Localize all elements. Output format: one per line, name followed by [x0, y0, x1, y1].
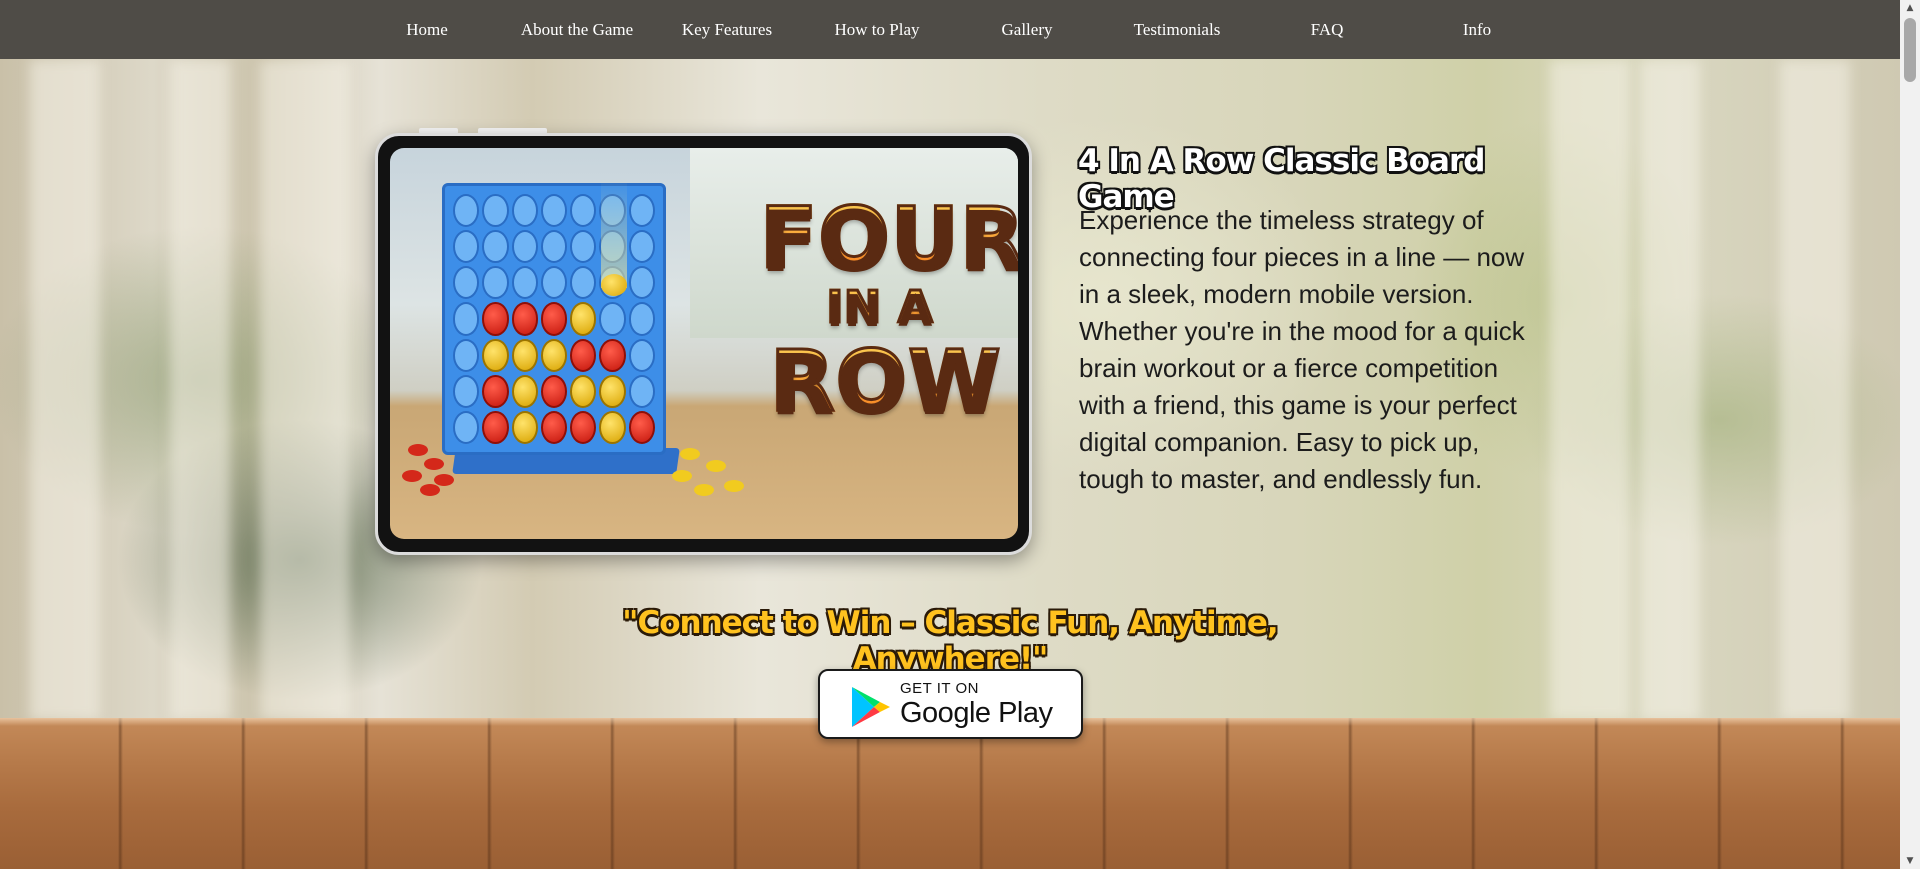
board-hole — [540, 374, 568, 408]
board-hole — [628, 410, 655, 444]
board-hole — [482, 302, 509, 336]
red-chip — [420, 484, 440, 496]
board-hole — [599, 302, 626, 336]
nav-item-testimonials[interactable]: Testimonials — [1102, 0, 1252, 59]
vertical-scrollbar[interactable]: ▲ ▼ — [1900, 0, 1920, 869]
red-chip — [402, 470, 422, 482]
board-hole — [540, 194, 568, 228]
nav-item-info[interactable]: Info — [1402, 0, 1552, 59]
drop-trail — [601, 178, 627, 288]
board-hole — [511, 266, 538, 300]
board-hole — [540, 338, 568, 372]
board-hole — [540, 230, 568, 264]
yellow-chip — [672, 470, 692, 482]
board-hole — [453, 230, 480, 264]
logo-text-row: ROW — [769, 332, 1003, 430]
board-hole — [628, 266, 655, 300]
scroll-thumb[interactable] — [1904, 18, 1916, 82]
google-play-badge-button[interactable]: GET IT ON Google Play — [818, 669, 1083, 739]
yellow-chip — [706, 460, 726, 472]
game-promo-image: FOUR IN A ROW — [390, 148, 1018, 539]
nav-item-home[interactable]: Home — [352, 0, 502, 59]
board-hole — [599, 374, 626, 408]
red-chip — [424, 458, 444, 470]
tagline: "Connect to Win – Classic Fun, Anytime, … — [622, 605, 1278, 677]
board-hole — [628, 194, 655, 228]
board-hole — [453, 410, 480, 444]
red-chip — [408, 444, 428, 456]
board-hole — [453, 302, 480, 336]
connect-four-board — [442, 183, 666, 455]
board-hole — [570, 410, 597, 444]
board-hole — [570, 374, 597, 408]
board-hole — [599, 410, 626, 444]
board-hole — [482, 266, 509, 300]
nav-item-gallery[interactable]: Gallery — [952, 0, 1102, 59]
board-hole — [628, 302, 655, 336]
board-hole — [453, 338, 480, 372]
board-hole — [511, 338, 538, 372]
top-navigation: Home About the Game Key Features How to … — [0, 0, 1900, 59]
board-hole — [540, 410, 568, 444]
board-hole — [511, 230, 538, 264]
badge-small-text: GET IT ON — [900, 680, 979, 697]
nav-item-key-features[interactable]: Key Features — [652, 0, 802, 59]
scroll-down-arrow-icon[interactable]: ▼ — [1900, 853, 1920, 869]
logo-text-in-a: IN A — [790, 281, 970, 334]
board-hole — [628, 374, 655, 408]
board-hole — [628, 338, 655, 372]
scroll-up-arrow-icon[interactable]: ▲ — [1900, 0, 1920, 16]
board-hole — [570, 302, 597, 336]
yellow-chip — [694, 484, 714, 496]
tablet-mockup: FOUR IN A ROW — [375, 133, 1032, 555]
google-play-icon — [852, 687, 890, 727]
nav-item-faq[interactable]: FAQ — [1252, 0, 1402, 59]
board-hole — [570, 266, 597, 300]
yellow-chip — [680, 448, 700, 460]
board-hole — [453, 266, 480, 300]
board-hole — [482, 374, 509, 408]
board-hole — [570, 194, 597, 228]
nav-list: Home About the Game Key Features How to … — [352, 0, 1552, 59]
board-hole — [511, 410, 538, 444]
logo-text-four: FOUR — [759, 189, 1019, 287]
board-hole — [628, 230, 655, 264]
board-hole — [570, 338, 597, 372]
nav-item-about[interactable]: About the Game — [502, 0, 652, 59]
board-hole — [511, 374, 538, 408]
yellow-chip — [724, 480, 744, 492]
board-hole — [482, 338, 509, 372]
game-description: Experience the timeless strategy of conn… — [1079, 205, 1525, 494]
board-hole — [540, 266, 568, 300]
board-hole — [482, 194, 509, 228]
nav-item-how-to-play[interactable]: How to Play — [802, 0, 952, 59]
board-hole — [599, 338, 626, 372]
falling-chip — [601, 274, 627, 296]
board-hole — [482, 410, 509, 444]
board-hole — [511, 302, 538, 336]
badge-store-name: Google Play — [900, 697, 1053, 729]
board-hole — [570, 230, 597, 264]
red-chip — [434, 474, 454, 486]
wooden-floor — [0, 718, 1900, 869]
board-hole — [511, 194, 538, 228]
board-hole — [453, 374, 480, 408]
board-hole — [453, 194, 480, 228]
board-hole — [540, 302, 568, 336]
board-hole — [482, 230, 509, 264]
